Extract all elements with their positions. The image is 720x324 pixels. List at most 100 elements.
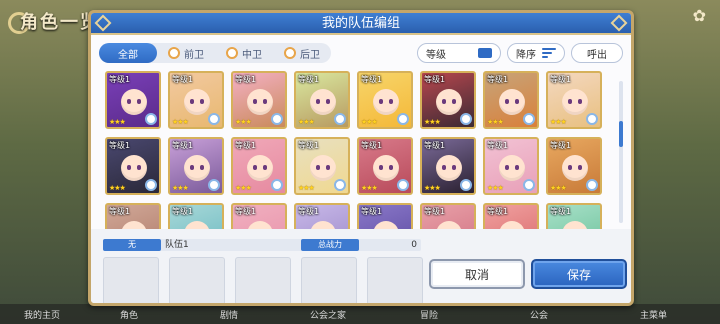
character-eyes [442,99,456,104]
star-rating: ★★★ [361,118,378,126]
header-ornament-icon [610,14,628,32]
character-card[interactable]: 等级1 ★★★ [420,71,476,129]
character-card[interactable]: 等级1 ★★★ [231,137,287,195]
team-slot[interactable] [169,257,225,303]
star-rating: ★★★ [172,184,189,192]
character-eyes [379,99,393,104]
character-level: 等级1 [487,207,509,216]
summon-button[interactable]: 呼出 [571,43,623,63]
position-badge-icon [586,113,598,125]
character-eyes [316,165,330,170]
character-level: 等级1 [361,207,383,216]
character-eyes [127,99,141,104]
position-badge-icon [145,113,157,125]
middle-position-icon [226,47,238,59]
character-level: 等级1 [172,141,194,150]
star-rating: ★★★ [235,118,252,126]
star-rating: ★★★ [361,184,378,192]
character-eyes [442,165,456,170]
character-card[interactable]: 等级1 ★★★ [420,137,476,195]
character-card[interactable]: 等级1 ★★★ [294,71,350,129]
bottom-nav-item: 剧情 [220,311,239,321]
star-rating: ★★★ [172,118,189,126]
position-badge-icon [397,113,409,125]
sort-icon [542,48,556,58]
total-power-label: 总战力 [301,239,359,251]
team-slot[interactable] [235,257,291,303]
character-card[interactable]: 等级1 ★★★ [357,137,413,195]
character-eyes [253,165,267,170]
total-power-value: 0 [411,240,417,250]
bottom-nav-item: 公会之家 [310,311,347,321]
team-info-bar: 无 队伍1 总战力 0 [103,239,421,251]
star-rating: ★★★ [424,184,441,192]
tab-middle[interactable]: 中卫 [215,43,273,63]
character-card[interactable]: 等级1 ★★★ [546,71,602,129]
character-level: 等级1 [424,207,446,216]
scroll-thumb[interactable] [619,121,623,147]
star-rating: ★★★ [550,118,567,126]
position-tabs: 全部 前卫 中卫 后卫 [99,43,331,63]
character-level: 等级1 [550,141,572,150]
character-eyes [505,165,519,170]
team-tag: 无 [103,239,161,251]
position-badge-icon [208,179,220,191]
filter-toggle-icon [478,48,492,58]
tab-back[interactable]: 后卫 [273,43,331,63]
character-card[interactable]: 等级1 ★★★ [546,137,602,195]
star-rating: ★★★ [235,184,252,192]
team-panel: 无 队伍1 总战力 0 取消 保存 [91,229,631,303]
character-eyes [379,165,393,170]
bottom-nav-item: 主菜单 [640,311,668,321]
character-level: 等级1 [487,141,509,150]
character-eyes [190,165,204,170]
level-filter-button[interactable]: 等级 [417,43,501,63]
character-eyes [253,99,267,104]
star-rating: ★★★ [487,184,504,192]
sort-order-button[interactable]: 降序 [507,43,565,63]
character-card[interactable]: 等级1 ★★★ [168,137,224,195]
team-slot[interactable] [103,257,159,303]
back-position-icon [284,47,296,59]
dialog-header: 我的队伍编组 [91,13,631,35]
position-badge-icon [271,113,283,125]
team-edit-dialog: 我的队伍编组 全部 前卫 中卫 后卫 等级 降序 呼出 等级1 ★★★ 等级1 ★★★… [88,10,634,306]
position-badge-icon [460,179,472,191]
character-card[interactable]: 等级1 ★★★ [231,71,287,129]
character-level: 等级1 [361,141,383,150]
position-badge-icon [208,113,220,125]
position-badge-icon [397,179,409,191]
bottom-nav-item: 公会 [530,311,549,321]
grid-scrollbar[interactable] [619,81,623,223]
star-rating: ★★★ [487,118,504,126]
character-card[interactable]: 等级1 ★★★ [483,71,539,129]
character-eyes [316,99,330,104]
character-card[interactable]: 等级1 ★★★ [294,137,350,195]
position-badge-icon [523,113,535,125]
character-level: 等级1 [235,207,257,216]
character-level: 等级1 [424,75,446,84]
cancel-button[interactable]: 取消 [429,259,525,289]
star-rating: ★★★ [109,184,126,192]
position-badge-icon [145,179,157,191]
character-card[interactable]: 等级1 ★★★ [357,71,413,129]
position-badge-icon [334,179,346,191]
team-slot[interactable] [367,257,423,303]
character-eyes [505,99,519,104]
character-level: 等级1 [109,141,131,150]
tab-front[interactable]: 前卫 [157,43,215,63]
character-card[interactable]: 等级1 ★★★ [105,71,161,129]
character-level: 等级1 [109,75,131,84]
character-level: 等级1 [298,75,320,84]
character-eyes [127,165,141,170]
tab-all[interactable]: 全部 [99,43,157,63]
character-level: 等级1 [550,207,572,216]
header-ornament-icon [94,14,112,32]
character-card[interactable]: 等级1 ★★★ [168,71,224,129]
character-card[interactable]: 等级1 ★★★ [483,137,539,195]
character-level: 等级1 [550,75,572,84]
character-eyes [568,99,582,104]
team-slot[interactable] [301,257,357,303]
save-button[interactable]: 保存 [531,259,627,289]
character-card[interactable]: 等级1 ★★★ [105,137,161,195]
